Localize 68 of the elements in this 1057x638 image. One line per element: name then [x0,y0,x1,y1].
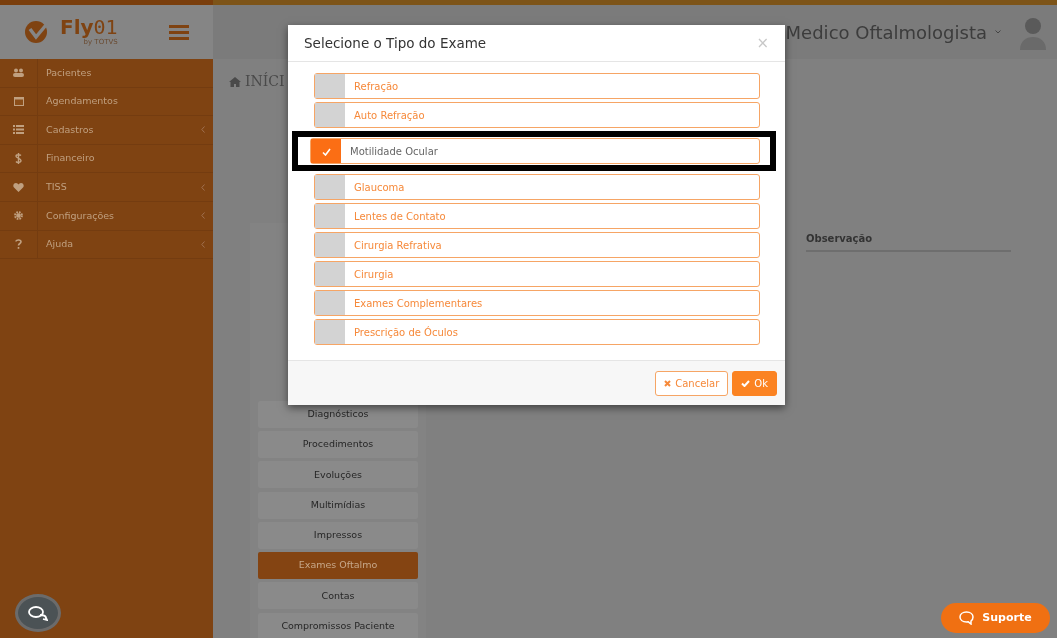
tab[interactable]: Procedimentos [258,430,418,458]
checkbox[interactable] [315,291,345,315]
check-icon [741,379,751,387]
option-row[interactable]: Cirurgia [314,261,760,287]
support-button[interactable]: Suporte [941,603,1050,633]
checkbox[interactable] [315,103,345,127]
users-icon [13,68,24,78]
option-row[interactable]: Cirurgia Refrativa [314,232,760,258]
checkbox[interactable] [315,175,345,199]
sidebar-item[interactable]: Financeiro [0,144,213,174]
speech-bubble-icon [959,611,975,625]
question-icon [15,239,22,250]
sidebar-item[interactable]: Configurações [0,201,213,231]
option-row[interactable]: Motilidade Ocular [310,138,760,164]
option-label: Prescrição de Óculos [353,325,458,340]
list-icon [13,125,24,135]
tab[interactable]: Evoluções [258,461,418,489]
menu-label: TISS [46,180,68,195]
checkbox[interactable] [315,204,345,228]
checkbox[interactable] [315,74,345,98]
option-row[interactable]: Prescrição de Óculos [314,319,760,345]
tab[interactable]: Exames Oftalmo [258,552,418,580]
tab[interactable]: Compromissos Paciente [258,612,418,638]
heart-icon [13,182,24,192]
dollar-icon [15,153,22,165]
option-label: Glaucoma [353,180,405,195]
sidebar-item[interactable]: TISS [0,173,213,202]
caret-icon [995,30,1001,34]
option-label: Motilidade Ocular [349,144,438,159]
ok-button[interactable]: Ok [732,370,777,396]
close-button[interactable]: × [756,35,769,51]
checkbox[interactable] [315,233,345,257]
option-row[interactable]: Lentes de Contato [314,203,760,229]
dialog-title: Selecione o Tipo do Exame [304,33,488,53]
menu-label: Agendamentos [46,94,119,109]
sidebar-item[interactable]: Pacientes [0,59,213,88]
chat-bubbles-icon [28,605,48,621]
checkbox[interactable] [315,262,345,286]
option-label: Lentes de Contato [353,209,446,224]
option-row[interactable]: Glaucoma [314,174,760,200]
option-label: Refração [353,79,399,94]
gear-icon [14,211,23,221]
checkbox[interactable] [315,320,345,344]
logo-text: Fly01 [60,16,118,37]
option-label: Cirurgia [353,267,394,282]
option-label: Auto Refração [353,108,425,123]
sidebar-item[interactable]: Ajuda [0,230,213,260]
user-name[interactable]: Medico Oftalmologista [785,18,987,46]
option-row[interactable]: Refração [314,73,760,99]
tab[interactable]: Contas [258,582,418,610]
menu-label: Financeiro [46,151,96,166]
cancel-button[interactable]: Cancelar [655,370,729,396]
tab[interactable]: Impressos [258,521,418,549]
calendar-icon [13,96,24,107]
menu-label: Configurações [46,208,116,223]
option-label: Exames Complementares [353,296,483,311]
sidebar-item[interactable]: Agendamentos [0,87,213,117]
option-label: Cirurgia Refrativa [353,238,442,253]
menu-label: Ajuda [46,237,74,252]
close-icon [664,379,672,387]
menu-label: Cadastros [46,122,95,137]
column-header: Observação [806,232,873,246]
checkbox[interactable] [311,139,341,163]
option-row[interactable]: Auto Refração [314,102,760,128]
sidebar-item[interactable]: Cadastros [0,116,213,145]
option-row[interactable]: Exames Complementares [314,290,760,316]
tab[interactable]: Multimídias [258,491,418,519]
menu-label: Pacientes [46,65,93,80]
